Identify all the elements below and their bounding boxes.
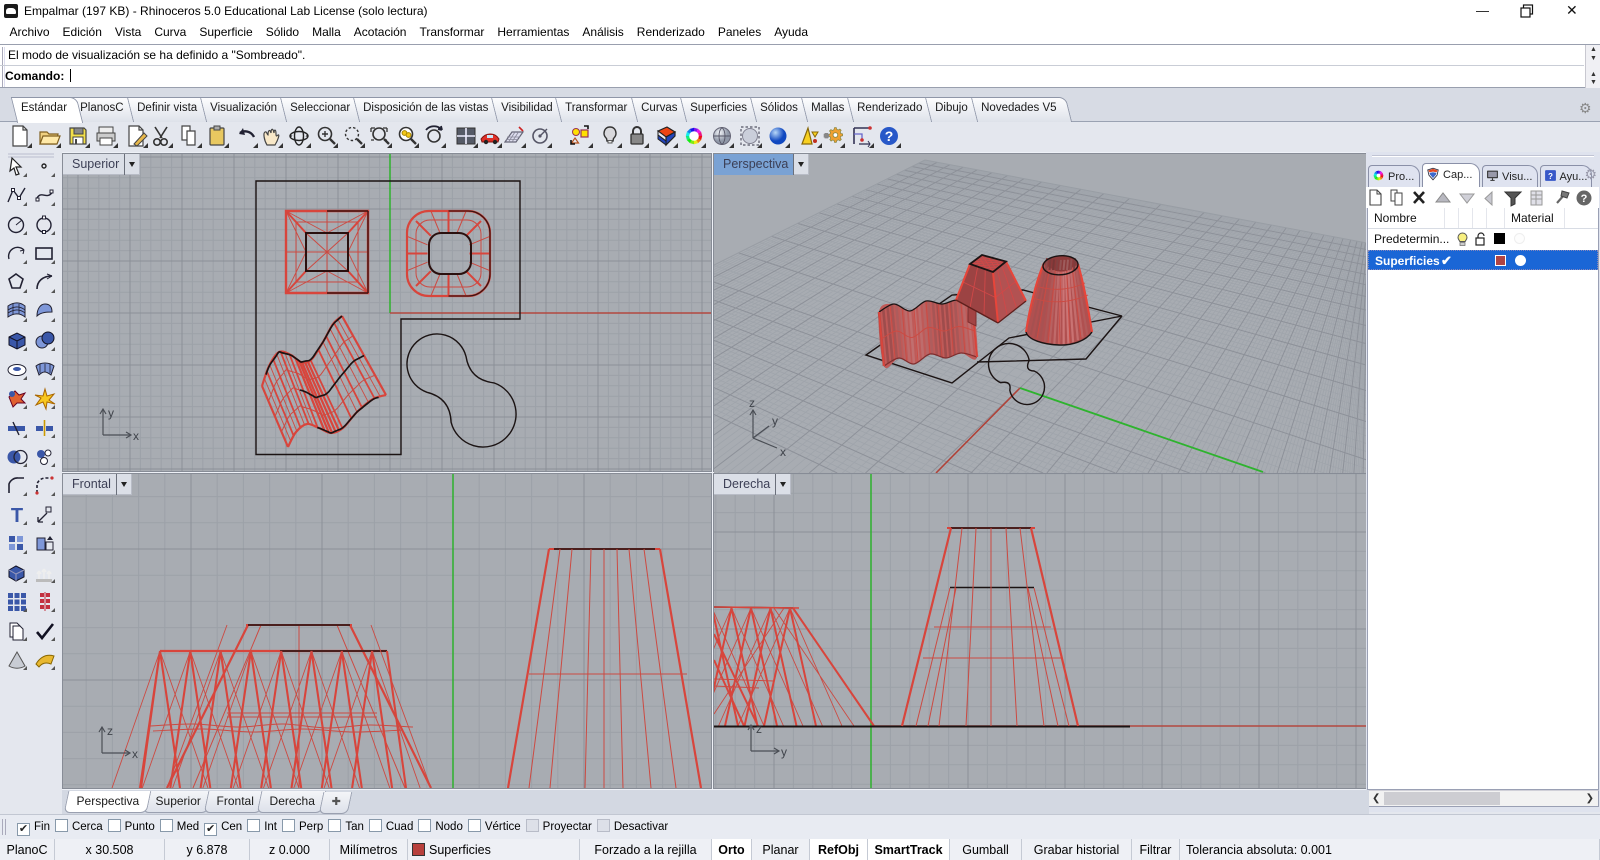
svg-text:y: y — [781, 745, 787, 759]
svg-text:z: z — [749, 396, 755, 410]
svg-text:T: T — [11, 505, 23, 527]
svg-text:x: x — [132, 747, 138, 761]
svg-text:x: x — [780, 445, 786, 459]
svg-text:y: y — [108, 406, 114, 420]
svg-text:z: z — [107, 724, 113, 738]
svg-text:?: ? — [1581, 193, 1588, 205]
svg-text:z: z — [756, 722, 762, 736]
svg-text:?: ? — [1548, 172, 1553, 181]
svg-text:?: ? — [885, 128, 894, 144]
svg-text:y: y — [772, 414, 778, 428]
svg-text:x: x — [133, 429, 139, 443]
